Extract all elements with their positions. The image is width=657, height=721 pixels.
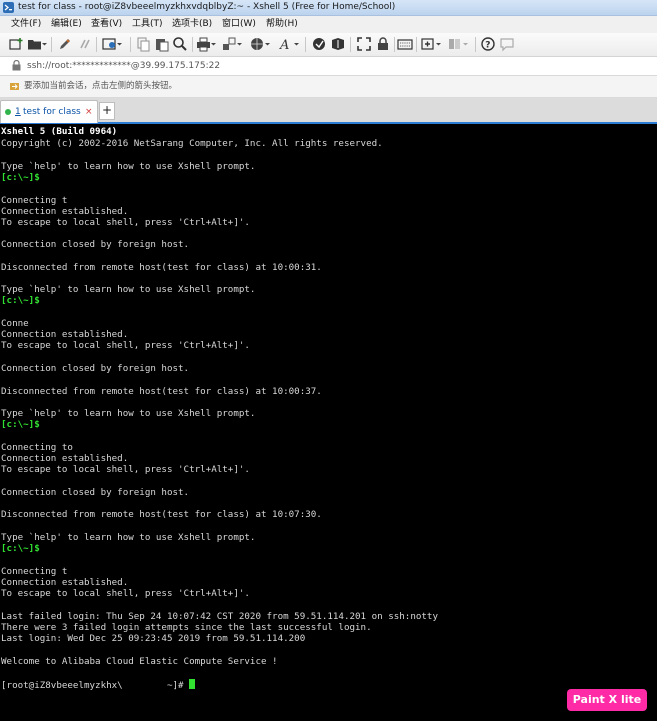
terminal-cursor xyxy=(189,679,196,689)
terminal-prompt: [c:\~]$ xyxy=(1,295,40,306)
connected-status-icon xyxy=(5,109,11,115)
title-bar[interactable]: test for class - root@iZ8vbeeelmyzkhxvdq… xyxy=(0,0,657,16)
menu-edit[interactable]: 编辑(E) xyxy=(51,16,82,33)
terminal-line: Connection closed by foreign host. xyxy=(1,239,190,250)
terminal-line: Disconnected from remote host(test for c… xyxy=(1,509,322,520)
terminal-line: Disconnected from remote host(test for c… xyxy=(1,262,322,273)
toolbar: A ? xyxy=(0,33,657,57)
properties-icon[interactable] xyxy=(102,36,124,52)
globe-icon[interactable] xyxy=(250,36,272,52)
tab-test-for-class[interactable]: 1 test for class × xyxy=(0,100,98,123)
help-icon[interactable]: ? xyxy=(480,36,496,52)
terminal-line: Type `help' to learn how to use Xshell p… xyxy=(1,532,256,543)
hint-text: 要添加当前会话，点击左侧的箭头按钮。 xyxy=(24,81,178,91)
svg-text:A: A xyxy=(279,38,289,52)
terminal-line: Conne xyxy=(1,318,29,329)
address-bar[interactable]: ssh://root:*************@39.99.175.175:2… xyxy=(0,57,657,76)
print-icon[interactable] xyxy=(196,36,218,52)
keyboard-icon[interactable] xyxy=(397,36,413,52)
paint-x-lite-watermark: Paint X lite xyxy=(567,689,647,711)
tab-bar: 1 test for class × + xyxy=(0,98,657,124)
terminal-line: Copyright (c) 2002-2016 NetSarang Comput… xyxy=(1,138,383,149)
tile-windows-icon[interactable] xyxy=(448,36,470,52)
find-icon[interactable] xyxy=(172,36,188,52)
terminal-line: Connecting t xyxy=(1,566,68,577)
terminal-line: Connection established. xyxy=(1,329,129,340)
terminal-prompt: [c:\~]$ xyxy=(1,172,40,183)
terminal-output[interactable]: Xshell 5 (Build 0964) Copyright (c) 2002… xyxy=(0,125,657,721)
open-folder-icon[interactable] xyxy=(27,36,47,52)
script-icon[interactable] xyxy=(311,36,327,52)
terminal-line: There were 3 failed login attempts since… xyxy=(1,622,372,633)
tab-close-icon[interactable]: × xyxy=(85,101,93,123)
terminal-line: Welcome to Alibaba Cloud Elastic Compute… xyxy=(1,656,278,667)
xshell-app-icon xyxy=(3,2,14,13)
terminal-prompt: [c:\~]$ xyxy=(1,419,40,430)
terminal-line: Connection established. xyxy=(1,577,129,588)
terminal-header: Xshell 5 (Build 0964) xyxy=(1,126,118,137)
menu-help[interactable]: 帮助(H) xyxy=(266,16,298,33)
menu-window[interactable]: 窗口(W) xyxy=(222,16,256,33)
chat-icon[interactable] xyxy=(499,36,515,52)
hint-bar: 要添加当前会话，点击左侧的箭头按钮。 xyxy=(0,76,657,98)
paste-icon[interactable] xyxy=(154,36,170,52)
window-title: test for class - root@iZ8vbeeelmyzkhxvdq… xyxy=(18,2,396,12)
font-icon[interactable]: A xyxy=(279,36,301,52)
session-address[interactable]: ssh://root:*************@39.99.175.175:2… xyxy=(27,57,220,75)
terminal-line: Connection closed by foreign host. xyxy=(1,487,190,498)
menu-file[interactable]: 文件(F) xyxy=(11,16,41,33)
lock-screen-icon[interactable] xyxy=(375,36,391,52)
menu-bar: 文件(F) 编辑(E) 查看(V) 工具(T) 选项卡(B) 窗口(W) 帮助(… xyxy=(0,16,657,33)
add-session-arrow-icon[interactable] xyxy=(9,81,20,92)
terminal-line: To escape to local shell, press 'Ctrl+Al… xyxy=(1,464,250,475)
new-tab-icon[interactable] xyxy=(421,36,443,52)
terminal-line: Connection established. xyxy=(1,453,129,464)
edit-pencil-icon[interactable] xyxy=(57,36,73,52)
terminal-line: Connection closed by foreign host. xyxy=(1,363,190,374)
menu-view[interactable]: 查看(V) xyxy=(91,16,122,33)
svg-text:?: ? xyxy=(485,41,490,51)
new-session-icon[interactable] xyxy=(8,36,24,52)
terminal-line: To escape to local shell, press 'Ctrl+Al… xyxy=(1,588,250,599)
terminal-line: Last failed login: Thu Sep 24 10:07:42 C… xyxy=(1,611,438,622)
shell-prompt: [root@iZ8vbeeelmyzkhx\ ~]# xyxy=(1,680,190,691)
disconnect-icon[interactable] xyxy=(77,36,93,52)
terminal-line: Connecting t xyxy=(1,195,68,206)
transfer-icon[interactable] xyxy=(222,36,244,52)
terminal-line: Type `help' to learn how to use Xshell p… xyxy=(1,161,256,172)
terminal-line: To escape to local shell, press 'Ctrl+Al… xyxy=(1,340,250,351)
terminal-line: Type `help' to learn how to use Xshell p… xyxy=(1,284,256,295)
sftp-icon[interactable] xyxy=(330,36,346,52)
menu-tools[interactable]: 工具(T) xyxy=(132,16,163,33)
shell-prompt-line: [root@iZ8vbeeelmyzkhx\ ~]# xyxy=(1,679,196,691)
terminal-line: Disconnected from remote host(test for c… xyxy=(1,386,322,397)
terminal-line: Type `help' to learn how to use Xshell p… xyxy=(1,408,256,419)
copy-icon[interactable] xyxy=(136,36,152,52)
tab-number: 1 xyxy=(15,107,21,117)
terminal-line: Last login: Wed Dec 25 09:23:45 2019 fro… xyxy=(1,633,306,644)
terminal-line: To escape to local shell, press 'Ctrl+Al… xyxy=(1,217,250,228)
menu-tabs[interactable]: 选项卡(B) xyxy=(172,16,212,33)
terminal-line: Connection established. xyxy=(1,206,129,217)
terminal-line: Connecting to xyxy=(1,442,73,453)
tab-label: test for class xyxy=(23,107,81,117)
terminal-prompt: [c:\~]$ xyxy=(1,543,40,554)
fullscreen-icon[interactable] xyxy=(356,36,372,52)
add-tab-button[interactable]: + xyxy=(99,102,115,120)
lock-icon xyxy=(12,60,21,71)
